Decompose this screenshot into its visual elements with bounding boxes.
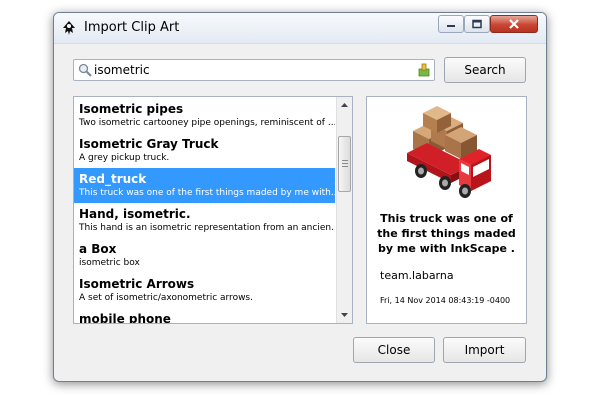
preview-author: team.labarna [380, 269, 454, 282]
preview-description: This truck was one of the first things m… [377, 212, 516, 255]
item-description: This truck was one of the first things m… [79, 188, 335, 198]
item-title: mobile phone [79, 312, 171, 324]
search-field[interactable] [73, 59, 435, 81]
minimize-icon [447, 25, 455, 27]
window-title: Import Clip Art [84, 20, 180, 35]
search-button[interactable]: Search [444, 57, 526, 83]
item-description: A grey pickup truck. [79, 153, 170, 163]
list-item[interactable]: Isometric Arrows A set of isometric/axon… [74, 273, 335, 308]
item-title: Isometric Gray Truck [79, 137, 219, 151]
maximize-button[interactable] [464, 15, 490, 33]
maximize-icon [472, 19, 482, 29]
inkscape-icon [63, 21, 75, 35]
scrollbar-thumb[interactable] [338, 136, 351, 192]
item-description: A set of isometric/axonometric arrows. [79, 293, 253, 303]
list-scrollbar[interactable] [336, 97, 352, 323]
preview-date: Fri, 14 Nov 2014 08:43:19 -0400 [380, 296, 511, 305]
close-window-button[interactable] [490, 15, 538, 33]
item-description: This hand is an isometric representation… [79, 223, 335, 233]
close-icon [509, 19, 519, 29]
import-clip-art-dialog: Import Clip Art Search Isometric pipes T… [53, 12, 547, 382]
list-item[interactable]: mobile phone [74, 308, 335, 324]
preview-panel: This truck was one of the first things m… [366, 96, 527, 324]
item-description: isometric box [79, 258, 140, 268]
item-title: Isometric Arrows [79, 277, 195, 291]
scroll-up-arrow-icon[interactable] [340, 101, 349, 110]
title-bar[interactable]: Import Clip Art [54, 13, 546, 44]
item-title: a Box [79, 242, 117, 256]
clear-text-icon[interactable] [418, 63, 430, 77]
red-truck-clipart-image [407, 106, 491, 198]
list-item[interactable]: Hand, isometric. This hand is an isometr… [74, 203, 335, 238]
import-button[interactable]: Import [443, 337, 526, 363]
close-button[interactable]: Close [353, 337, 435, 363]
item-title: Hand, isometric. [79, 207, 191, 221]
list-item[interactable]: Isometric pipes Two isometric cartooney … [74, 98, 335, 133]
minimize-button[interactable] [438, 15, 464, 33]
list-item-selected[interactable]: Red_truck This truck was one of the firs… [74, 168, 335, 203]
list-item[interactable]: a Box isometric box [74, 238, 335, 273]
scroll-down-arrow-icon[interactable] [340, 310, 349, 319]
item-title: Red_truck [79, 172, 147, 186]
search-icon [78, 63, 92, 77]
item-description: Two isometric cartooney pipe openings, r… [79, 118, 335, 128]
list-item[interactable]: Isometric Gray Truck A grey pickup truck… [74, 133, 335, 168]
results-list[interactable]: Isometric pipes Two isometric cartooney … [73, 96, 353, 324]
search-input[interactable] [94, 61, 394, 79]
item-title: Isometric pipes [79, 102, 184, 116]
